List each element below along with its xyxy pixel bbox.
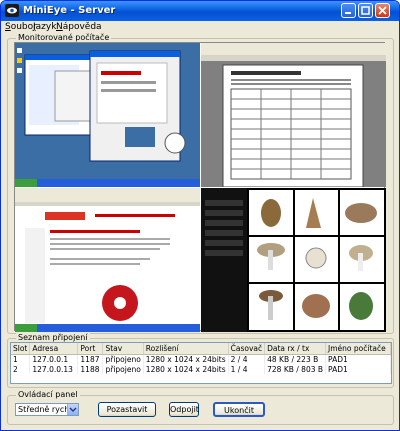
remote-screen-4-thumbnail — [201, 188, 386, 332]
remote-screen-2-thumbnail — [201, 43, 386, 187]
cell-data: 48 KB / 223 B — [264, 354, 327, 364]
menu-label-rest: ápověda — [62, 22, 102, 32]
column-header-port[interactable]: Port — [77, 343, 104, 355]
column-header-timer[interactable]: Časovač — [228, 343, 266, 355]
screens-grid — [14, 42, 386, 332]
exit-button[interactable]: Ukončit — [213, 402, 265, 417]
control-panel-label: Ovládací panel — [16, 390, 80, 399]
cell-slot: 2 — [11, 364, 31, 374]
cell-resolution: 1280 x 1024 x 24bits — [143, 354, 229, 364]
cell-status: připojeno — [102, 364, 144, 374]
cell-timer: 2 / 4 — [228, 354, 266, 364]
minimize-button[interactable] — [341, 3, 356, 18]
column-header-address[interactable]: Adresa — [29, 343, 79, 355]
column-header-computer-name[interactable]: Jméno počítače — [325, 343, 391, 355]
title-bar[interactable]: MiniEye - Server — [1, 1, 399, 21]
close-button[interactable] — [375, 3, 390, 18]
remote-screen-3-thumbnail — [15, 188, 200, 332]
window-title: MiniEye - Server — [23, 5, 116, 16]
connections-table: Slot Adresa Port Stav Rozlišení Časovač … — [10, 342, 392, 384]
speed-select-arrow[interactable] — [67, 404, 78, 415]
column-header-slot[interactable]: Slot — [11, 343, 31, 355]
eye-app-icon — [5, 4, 19, 17]
column-header-resolution[interactable]: Rozlišení — [143, 343, 229, 355]
remote-screen-1-thumbnail — [15, 43, 200, 187]
remote-screen-4[interactable] — [201, 188, 386, 332]
remote-screen-1[interactable] — [15, 43, 200, 187]
menu-napoveda[interactable]: Nápověda — [56, 22, 102, 32]
disconnect-button[interactable]: Odpojit — [169, 402, 199, 417]
cell-resolution: 1280 x 1024 x 24bits — [143, 364, 229, 374]
remote-screen-3[interactable] — [15, 188, 200, 332]
chevron-down-icon — [69, 407, 77, 412]
minimize-icon — [345, 12, 351, 14]
cell-port: 1187 — [77, 354, 104, 364]
maximize-button[interactable] — [358, 3, 373, 18]
cell-slot: 1 — [11, 354, 31, 364]
app-window: MiniEye - Server Soubor Jazyk Nápověda Mon… — [0, 0, 400, 431]
cell-address: 127.0.0.13 — [29, 364, 79, 374]
cell-computer-name: PAD1 — [325, 364, 391, 374]
close-icon — [378, 6, 387, 15]
column-header-status[interactable]: Stav — [102, 343, 144, 355]
column-header-data[interactable]: Data rx / tx — [264, 343, 327, 355]
menu-label-rest: azyk — [35, 22, 57, 32]
table-row[interactable]: 2 127.0.0.13 1188 připojeno 1280 x 1024 … — [11, 364, 391, 374]
speed-select[interactable]: Středně rychle — [15, 403, 79, 416]
cell-timer: 1 / 4 — [228, 364, 266, 374]
pause-button[interactable]: Pozastavit — [98, 402, 156, 417]
cell-port: 1188 — [77, 364, 104, 374]
cell-data: 728 KB / 803 B — [264, 364, 327, 374]
menu-jazyk[interactable]: Jazyk — [33, 22, 56, 32]
connections-group-label: Seznam připojení — [16, 333, 90, 342]
cell-address: 127.0.0.1 — [29, 354, 79, 364]
cell-computer-name: PAD1 — [325, 354, 391, 364]
maximize-icon — [361, 6, 370, 15]
menu-hotkey: N — [56, 22, 63, 32]
table-row[interactable]: 1 127.0.0.1 1187 připojeno 1280 x 1024 x… — [11, 354, 391, 364]
remote-screen-2[interactable] — [201, 43, 386, 187]
monitored-group-label: Monitorované počítače — [16, 33, 112, 42]
cell-status: připojeno — [102, 354, 144, 364]
